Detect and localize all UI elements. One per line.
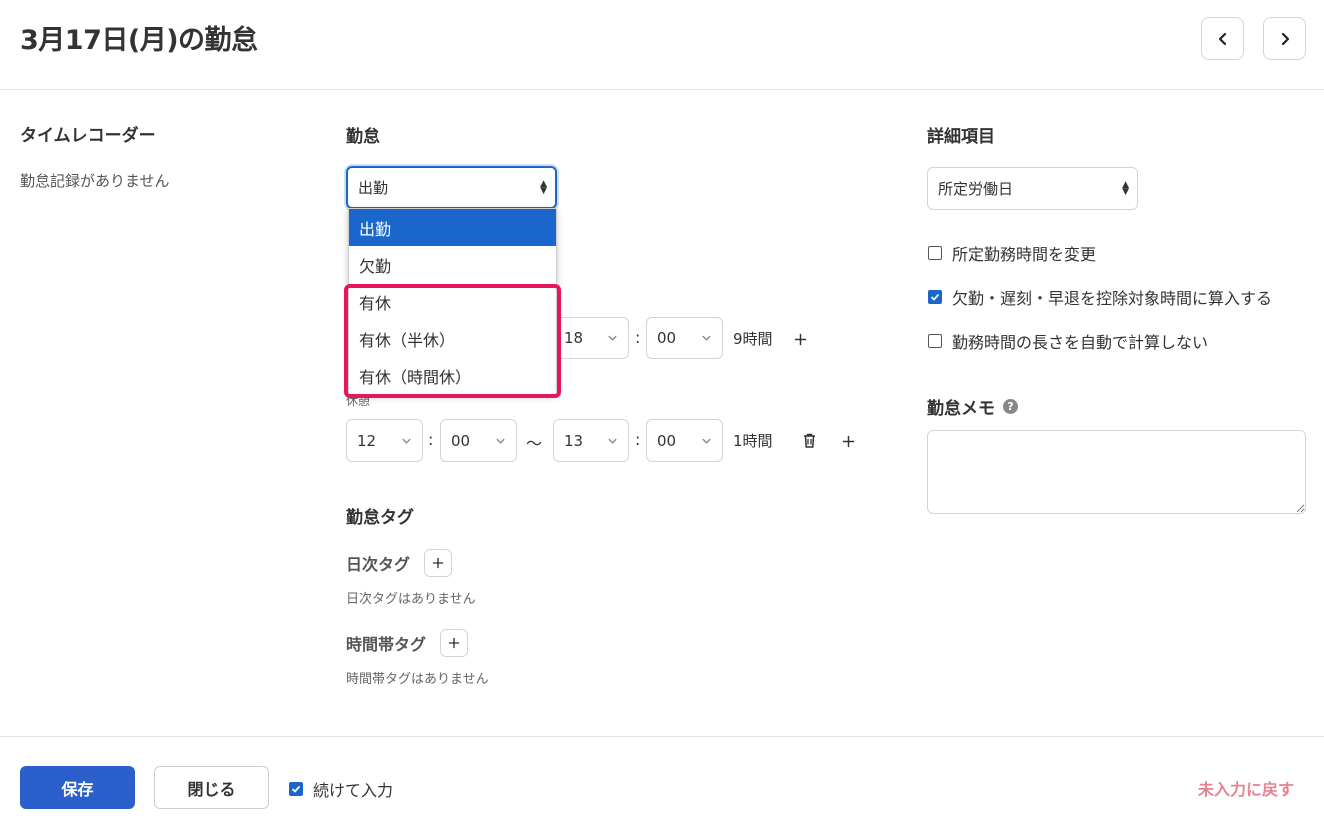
dropdown-option[interactable]: 出勤 — [349, 209, 556, 246]
no-auto-calc-option[interactable]: 勤務時間の長さを自動で計算しない — [928, 329, 1208, 353]
add-daily-tag-button[interactable] — [424, 549, 452, 577]
sort-arrows-icon: ▲ ▼ — [1122, 179, 1129, 197]
work-end-hour-select[interactable]: 18 — [553, 317, 629, 359]
reset-link[interactable]: 未入力に戻す — [1198, 776, 1294, 800]
header-divider — [0, 89, 1324, 90]
dropdown-option[interactable]: 欠勤 — [349, 246, 556, 283]
memo-title: 勤怠メモ — [927, 399, 995, 419]
break-end-minute-select[interactable]: 00 — [646, 419, 723, 462]
checkbox[interactable] — [928, 334, 942, 348]
checkbox[interactable] — [928, 246, 942, 260]
plus-icon — [448, 637, 460, 649]
time-colon: : — [428, 430, 434, 449]
chevron-right-icon — [1281, 32, 1289, 45]
work-end-minute-value: 00 — [657, 329, 677, 347]
chevron-down-icon — [608, 335, 617, 341]
plus-icon — [794, 333, 806, 345]
memo-header: 勤怠メモ ? — [927, 394, 1018, 419]
attendance-title: 勤怠 — [346, 127, 380, 147]
footer-divider — [0, 736, 1324, 737]
checkbox-label: 欠勤・遅刻・早退を控除対象時間に算入する — [952, 289, 1273, 308]
day-type-value: 所定労働日 — [938, 180, 1014, 198]
break-end-minute-value: 00 — [657, 431, 677, 450]
dropdown-option[interactable]: 有休（時間休） — [349, 357, 556, 394]
checkbox[interactable] — [928, 290, 942, 304]
checkbox[interactable] — [289, 782, 303, 796]
plus-icon — [842, 435, 854, 447]
checkbox-label: 勤務時間の長さを自動で計算しない — [952, 333, 1209, 352]
trash-icon — [803, 433, 815, 448]
time-band-tag-empty-text: 時間帯タグはありません — [346, 672, 489, 687]
delete-break-button[interactable] — [799, 430, 819, 450]
time-band-tag-label: 時間帯タグ — [346, 635, 427, 654]
memo-textarea[interactable] — [927, 430, 1306, 514]
break-start-hour-value: 12 — [357, 431, 377, 450]
checkbox-label: 続けて入力 — [313, 781, 394, 800]
dropdown-option[interactable]: 有休 — [349, 283, 556, 320]
daily-tag-label: 日次タグ — [346, 555, 411, 574]
day-type-select[interactable]: 所定労働日 ▲ ▼ — [927, 167, 1138, 210]
continue-input-option[interactable]: 続けて入力 — [289, 777, 393, 801]
attendance-type-value: 出勤 — [358, 179, 389, 197]
details-title: 詳細項目 — [927, 127, 995, 147]
close-button[interactable]: 閉じる — [154, 766, 269, 809]
dropdown-option[interactable]: 有休（半休） — [349, 320, 556, 357]
time-colon: : — [635, 430, 641, 449]
break-start-hour-select[interactable]: 12 — [346, 419, 423, 462]
change-scheduled-hours-option[interactable]: 所定勤務時間を変更 — [928, 241, 1096, 265]
break-start-minute-value: 00 — [451, 431, 471, 450]
range-tilde: 〜 — [526, 434, 543, 453]
previous-day-button[interactable] — [1201, 17, 1244, 60]
chevron-down-icon — [702, 335, 711, 341]
tags-title: 勤怠タグ — [346, 508, 414, 528]
chevron-down-icon — [608, 438, 617, 444]
work-end-hour-value: 18 — [564, 329, 584, 347]
chevron-down-icon — [496, 438, 505, 444]
break-start-minute-select[interactable]: 00 — [440, 419, 517, 462]
attendance-type-dropdown[interactable]: 出勤 欠勤 有休 有休（半休） 有休（時間休） — [348, 208, 557, 395]
attendance-type-select[interactable]: 出勤 ▲ ▼ — [346, 166, 557, 209]
next-day-button[interactable] — [1263, 17, 1306, 60]
save-button[interactable]: 保存 — [20, 766, 135, 809]
time-recorder-title: タイムレコーダー — [20, 126, 156, 146]
time-recorder-empty-text: 勤怠記録がありません — [20, 172, 170, 190]
plus-icon — [432, 557, 444, 569]
break-end-hour-select[interactable]: 13 — [553, 419, 629, 462]
break-end-hour-value: 13 — [564, 431, 584, 450]
page-title: 3月17日(月)の勤怠 — [20, 25, 258, 56]
chevron-left-icon — [1218, 32, 1226, 45]
sort-arrows-icon: ▲ ▼ — [540, 178, 547, 196]
daily-tag-empty-text: 日次タグはありません — [346, 592, 476, 607]
include-deduction-option[interactable]: 欠勤・遅刻・早退を控除対象時間に算入する — [928, 285, 1272, 309]
check-icon — [291, 785, 301, 793]
check-icon — [930, 293, 940, 301]
help-icon[interactable]: ? — [1003, 399, 1018, 414]
time-colon: : — [635, 328, 641, 347]
checkbox-label: 所定勤務時間を変更 — [952, 245, 1097, 264]
add-work-time-button[interactable] — [790, 329, 810, 349]
break-duration: 1時間 — [733, 432, 773, 450]
add-break-button[interactable] — [838, 431, 858, 451]
chevron-down-icon — [402, 438, 411, 444]
work-end-minute-select[interactable]: 00 — [646, 317, 723, 359]
work-duration: 9時間 — [733, 330, 773, 348]
add-time-band-tag-button[interactable] — [440, 629, 468, 657]
chevron-down-icon — [702, 438, 711, 444]
